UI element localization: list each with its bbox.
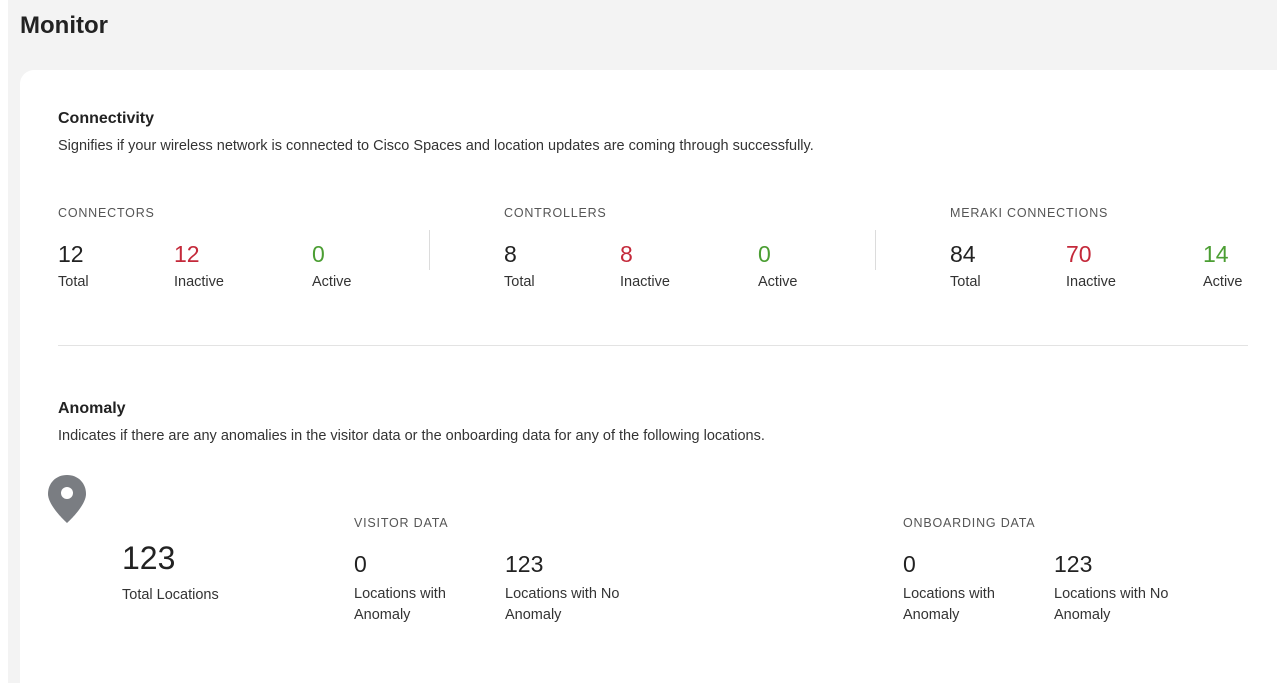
page-title: Monitor [20, 12, 108, 39]
meraki-connections-label: MERAKI CONNECTIONS [950, 206, 1109, 220]
meraki-active: 14 Active [1203, 240, 1243, 290]
connectors-label: CONNECTORS [58, 206, 155, 220]
onboarding-with-anomaly-label: Locations with Anomaly [903, 586, 995, 623]
total-locations-label: Total Locations [122, 587, 219, 603]
left-edge [0, 0, 8, 683]
meraki-inactive-label: Inactive [1066, 274, 1116, 290]
connectors-inactive: 12 Inactive [174, 240, 224, 290]
onboarding-no-anomaly-label: Locations with No Anomaly [1054, 586, 1169, 623]
connectors-total-value: 12 [58, 241, 84, 267]
anomaly-title: Anomaly [58, 400, 126, 417]
visitor-no-anomaly: 123 Locations with No Anomaly [505, 550, 655, 626]
connectors-active: 0 Active [312, 240, 352, 290]
meraki-total: 84 Total [950, 240, 981, 290]
visitor-no-anomaly-label: Locations with No Anomaly [505, 586, 620, 623]
connectors-total-label: Total [58, 274, 89, 290]
connectors-total: 12 Total [58, 240, 89, 290]
controllers-inactive-value: 8 [620, 241, 633, 267]
visitor-with-anomaly-value: 0 [354, 551, 367, 577]
section-divider [58, 345, 1248, 346]
connectors-inactive-value: 12 [174, 241, 200, 267]
controllers-total: 8 Total [504, 240, 535, 290]
monitor-page: Monitor Connectivity Signifies if your w… [0, 0, 1277, 683]
onboarding-data-label: ONBOARDING DATA [903, 516, 1036, 530]
connectors-active-value: 0 [312, 241, 325, 267]
onboarding-with-anomaly: 0 Locations with Anomaly [903, 550, 1053, 626]
meraki-inactive-value: 70 [1066, 241, 1092, 267]
connectivity-description: Signifies if your wireless network is co… [58, 138, 814, 154]
connectors-active-label: Active [312, 274, 352, 290]
controllers-active: 0 Active [758, 240, 798, 290]
connectors-inactive-label: Inactive [174, 274, 224, 290]
meraki-active-value: 14 [1203, 241, 1229, 267]
controllers-inactive-label: Inactive [620, 274, 670, 290]
location-pin-icon [48, 475, 86, 523]
visitor-data-label: VISITOR DATA [354, 516, 449, 530]
connectivity-title: Connectivity [58, 110, 155, 127]
meraki-inactive: 70 Inactive [1066, 240, 1116, 290]
meraki-total-label: Total [950, 274, 981, 290]
anomaly-description: Indicates if there are any anomalies in … [58, 428, 765, 444]
meraki-active-label: Active [1203, 274, 1243, 290]
controllers-label: CONTROLLERS [504, 206, 607, 220]
total-locations-value: 123 [122, 540, 176, 576]
controllers-active-value: 0 [758, 241, 771, 267]
group-divider [875, 230, 876, 270]
group-divider [429, 230, 430, 270]
onboarding-with-anomaly-value: 0 [903, 551, 916, 577]
controllers-total-value: 8 [504, 241, 517, 267]
controllers-inactive: 8 Inactive [620, 240, 670, 290]
visitor-with-anomaly-label: Locations with Anomaly [354, 586, 446, 623]
onboarding-no-anomaly-value: 123 [1054, 551, 1093, 577]
visitor-no-anomaly-value: 123 [505, 551, 544, 577]
onboarding-no-anomaly: 123 Locations with No Anomaly [1054, 550, 1204, 626]
controllers-active-label: Active [758, 274, 798, 290]
controllers-total-label: Total [504, 274, 535, 290]
meraki-total-value: 84 [950, 241, 976, 267]
visitor-with-anomaly: 0 Locations with Anomaly [354, 550, 504, 626]
